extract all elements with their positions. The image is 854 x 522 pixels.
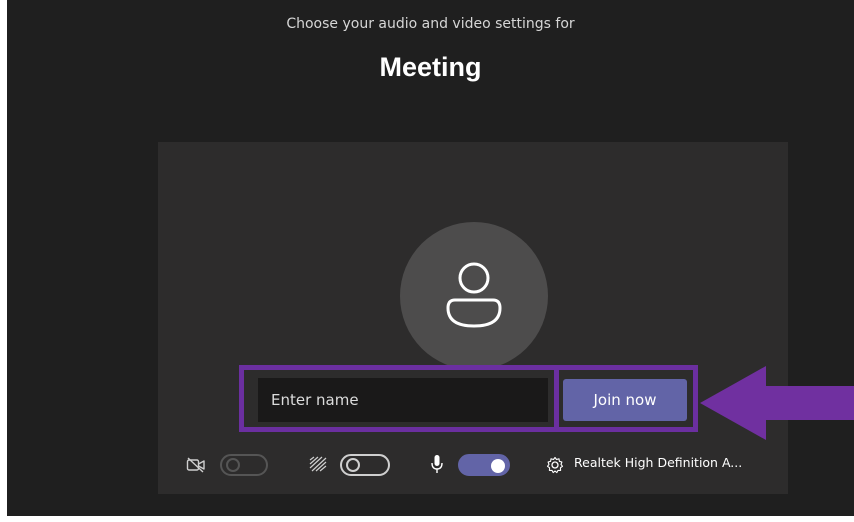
settings-subtitle: Choose your audio and video settings for (286, 16, 575, 32)
join-button-highlight (554, 365, 698, 432)
avatar (400, 222, 548, 370)
background-effects-toggle-knob (346, 458, 360, 472)
audio-device-label[interactable]: Realtek High Definition A... (574, 455, 742, 470)
camera-off-icon[interactable] (186, 456, 206, 474)
camera-toggle[interactable] (220, 454, 268, 476)
microphone-toggle-knob (491, 459, 505, 473)
meeting-title: Meeting (379, 52, 482, 82)
background-effects-icon[interactable] (308, 455, 328, 473)
device-controls: Realtek High Definition A... (158, 442, 788, 490)
microphone-toggle[interactable] (458, 454, 510, 476)
person-icon (446, 262, 502, 328)
background-effects-toggle[interactable] (340, 454, 390, 476)
gear-icon[interactable] (546, 456, 564, 474)
camera-toggle-knob (226, 458, 240, 472)
annotation-arrow (700, 366, 854, 440)
microphone-icon[interactable] (430, 454, 444, 474)
preview-card: Join now Realtek High Defini (158, 142, 788, 494)
name-input-highlight (239, 365, 559, 432)
